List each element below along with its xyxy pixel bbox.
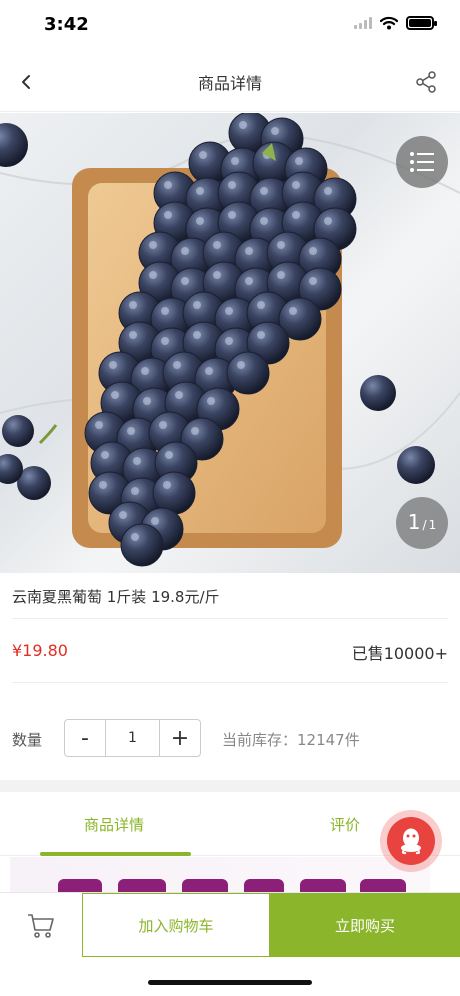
cart-icon [28, 914, 54, 938]
page-separator: / [422, 518, 427, 532]
page-indicator: 1 / 1 [396, 497, 448, 549]
product-image-gallery[interactable]: 1 / 1 [0, 113, 460, 573]
status-time: 3:42 [44, 14, 89, 35]
divider [12, 682, 448, 683]
stock-info: 当前库存：12147件 [222, 731, 360, 749]
share-button[interactable] [410, 66, 442, 98]
home-indicator [148, 980, 312, 985]
product-price: ¥19.80 [12, 641, 68, 660]
battery-icon [406, 16, 437, 30]
buy-now-button[interactable]: 立即购买 [270, 893, 460, 957]
tab-product-detail[interactable]: 商品详情 [84, 814, 144, 835]
qq-chat-icon [401, 828, 421, 855]
status-bar: 3:42 [0, 0, 460, 52]
list-menu-icon [410, 152, 434, 172]
quantity-stepper: - 1 + [64, 719, 201, 757]
bottom-action-bar: 加入购物车 立即购买 [0, 892, 460, 958]
quantity-input[interactable]: 1 [105, 720, 160, 756]
customer-service-button[interactable] [380, 810, 442, 872]
product-image [0, 113, 460, 567]
current-page: 1 [407, 510, 421, 534]
add-to-cart-button[interactable]: 加入购物车 [82, 893, 270, 957]
active-tab-indicator [40, 852, 191, 856]
quantity-label: 数量 [12, 731, 43, 749]
increase-button[interactable]: + [160, 720, 200, 756]
divider [12, 618, 448, 619]
share-icon [416, 71, 436, 93]
wifi-icon [380, 16, 398, 30]
tab-reviews[interactable]: 评价 [330, 814, 360, 835]
nav-bar: 商品详情 [0, 52, 460, 112]
cart-button[interactable] [0, 893, 82, 959]
menu-button[interactable] [396, 136, 448, 188]
section-spacer [0, 780, 460, 792]
product-title: 云南夏黑葡萄 1斤装 19.8元/斤 [12, 588, 220, 606]
total-pages: 1 [428, 518, 437, 532]
signal-icon [354, 17, 372, 29]
decrease-button[interactable]: - [65, 720, 105, 756]
page-title: 商品详情 [197, 74, 262, 93]
status-icons [354, 16, 437, 30]
sold-count: 已售10000+ [351, 644, 448, 663]
